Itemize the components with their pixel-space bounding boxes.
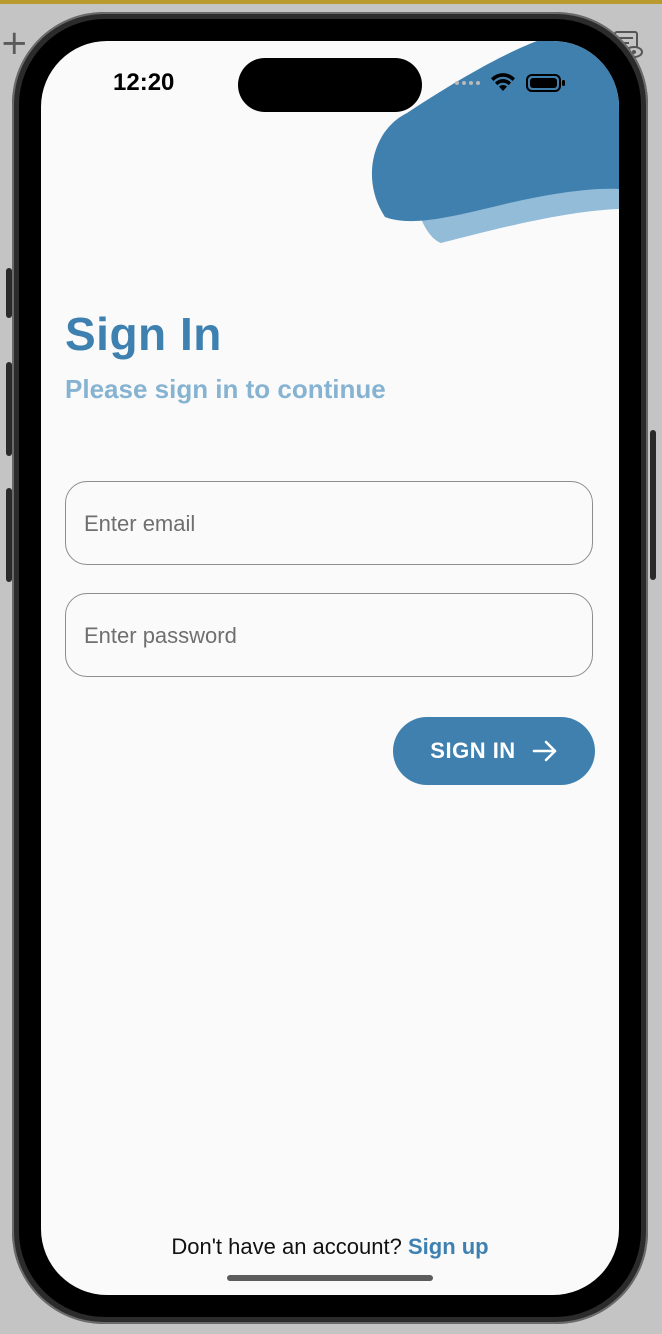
plus-icon[interactable]: + — [0, 26, 29, 60]
page-title: Sign In — [65, 308, 222, 360]
sign-up-prompt-text: Don't have an account? — [171, 1234, 402, 1259]
page-subtitle: Please sign in to continue — [65, 374, 386, 404]
dynamic-island — [238, 58, 422, 112]
signal-icon — [455, 81, 480, 85]
side-button — [6, 488, 12, 582]
side-button — [6, 362, 12, 456]
sign-up-prompt: Don't have an account? Sign up — [41, 1234, 619, 1260]
email-field[interactable] — [65, 481, 593, 566]
side-button — [6, 268, 12, 318]
home-indicator[interactable] — [227, 1275, 433, 1281]
arrow-right-icon — [532, 740, 557, 762]
wifi-icon — [491, 73, 515, 91]
email-input[interactable] — [82, 482, 576, 566]
side-button — [650, 430, 656, 580]
sign-in-button[interactable]: SIGN IN — [393, 717, 595, 785]
status-icons — [455, 73, 566, 93]
sign-in-button-label: SIGN IN — [430, 738, 516, 763]
host-top-bar — [0, 0, 662, 4]
battery-icon — [526, 74, 565, 92]
sign-up-link[interactable]: Sign up — [408, 1234, 489, 1259]
password-field[interactable] — [65, 593, 593, 678]
password-input[interactable] — [82, 594, 576, 678]
status-time: 12:20 — [113, 69, 175, 96]
app-screen: 12:20 Sign In Please sign in to continue… — [41, 41, 619, 1295]
